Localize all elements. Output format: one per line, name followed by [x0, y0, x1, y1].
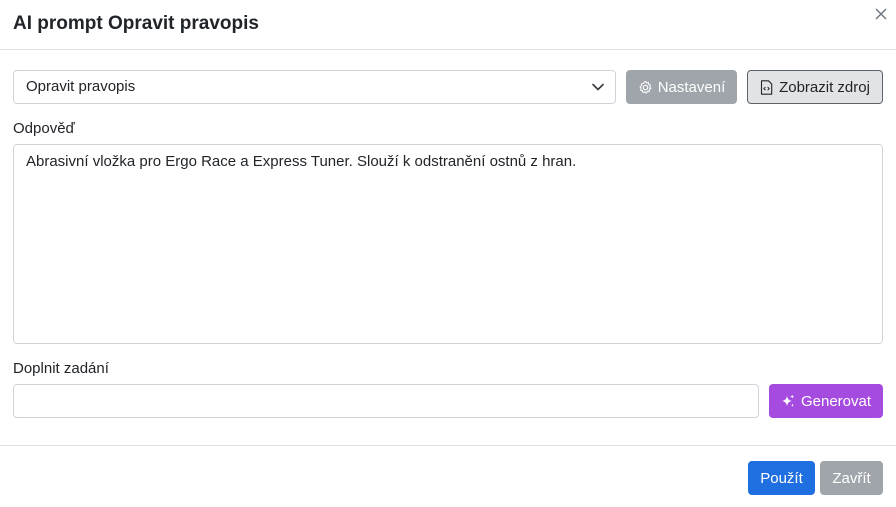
close-button[interactable]: Zavřít	[820, 461, 883, 495]
prompt-select[interactable]: Opravit pravopis	[13, 70, 616, 104]
close-icon[interactable]	[872, 5, 890, 23]
gear-icon	[638, 80, 653, 95]
view-source-button[interactable]: Zobrazit zdroj	[747, 70, 883, 104]
sparkles-icon	[781, 394, 795, 408]
close-button-label: Zavřít	[832, 469, 871, 487]
code-file-icon	[760, 79, 773, 95]
chevron-down-icon	[591, 80, 605, 94]
dialog-header: AI prompt Opravit pravopis	[0, 0, 896, 50]
dialog-title: AI prompt Opravit pravopis	[13, 13, 259, 34]
response-label: Odpověď	[13, 120, 75, 137]
ai-prompt-dialog: AI prompt Opravit pravopis Opravit pravo…	[0, 0, 896, 507]
prompt-select-value: Opravit pravopis	[26, 78, 136, 95]
generate-button[interactable]: Generovat	[769, 384, 883, 418]
supplement-input[interactable]	[13, 384, 759, 418]
generate-button-label: Generovat	[800, 392, 872, 410]
response-textarea[interactable]: Abrasivní vložka pro Ergo Race a Express…	[13, 144, 883, 344]
settings-button-label: Nastavení	[657, 78, 726, 96]
view-source-button-label: Zobrazit zdroj	[779, 78, 870, 96]
apply-button[interactable]: Použít	[748, 461, 815, 495]
settings-button[interactable]: Nastavení	[626, 70, 737, 104]
supplement-label: Doplnit zadání	[13, 360, 109, 377]
apply-button-label: Použít	[760, 469, 803, 487]
